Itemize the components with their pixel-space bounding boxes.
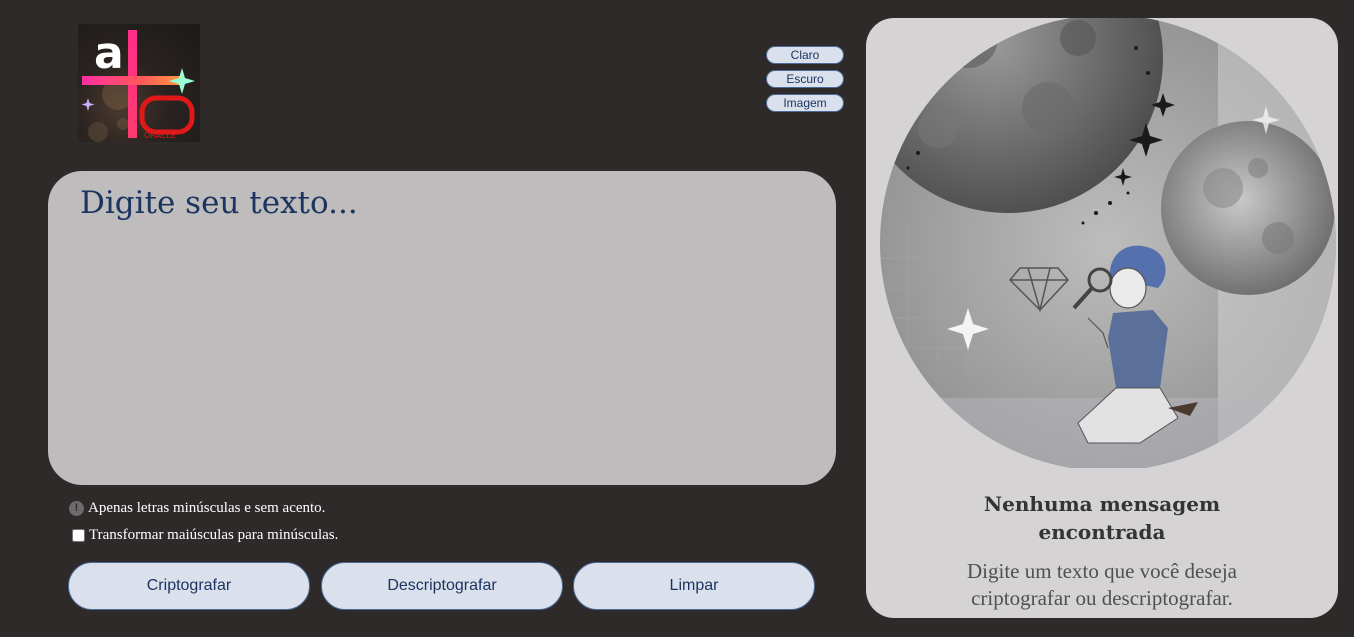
empty-state-title: Nenhuma mensagem encontrada	[866, 490, 1338, 546]
empty-state-title-line2: encontrada	[1038, 520, 1166, 544]
lowercase-option[interactable]: Transformar maiúsculas para minúsculas.	[71, 527, 338, 544]
theme-dark-button[interactable]: Escuro	[766, 70, 844, 88]
hint-text: Apenas letras minúsculas e sem acento.	[88, 500, 326, 516]
clear-button[interactable]: Limpar	[573, 562, 815, 610]
empty-state-title-line1: Nenhuma mensagem	[983, 492, 1221, 516]
theme-switcher: Claro Escuro Imagem	[766, 46, 846, 118]
theme-image-button[interactable]: Imagem	[766, 94, 844, 112]
lowercase-checkbox[interactable]	[72, 529, 85, 542]
info-icon: !	[69, 501, 84, 516]
svg-text:a: a	[94, 28, 124, 79]
hint-row: ! Apenas letras minúsculas e sem acento.	[69, 500, 325, 517]
text-input-container	[48, 171, 836, 485]
decrypt-button[interactable]: Descriptografar	[321, 562, 563, 610]
theme-light-button[interactable]: Claro	[766, 46, 844, 64]
logo: a ORACLE	[78, 24, 200, 142]
empty-state-text: Digite um texto que você deseja criptogr…	[967, 559, 1237, 610]
lowercase-label: Transformar maiúsculas para minúsculas.	[89, 527, 339, 543]
empty-state-illustration	[880, 18, 1336, 468]
output-panel: Nenhuma mensagem encontrada Digite um te…	[866, 18, 1338, 618]
encrypt-button[interactable]: Criptografar	[68, 562, 310, 610]
text-input[interactable]	[78, 183, 802, 467]
svg-text:ORACLE: ORACLE	[144, 131, 176, 140]
